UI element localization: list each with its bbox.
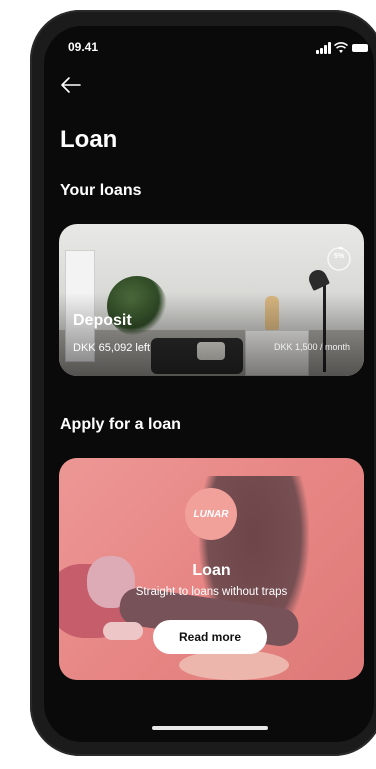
progress-ring: 5% xyxy=(326,246,352,272)
deposit-loan-card[interactable]: 5% Deposit DKK 65,092 left DKK 1,500 / m… xyxy=(59,224,364,376)
battery-icon xyxy=(352,44,368,52)
status-icons xyxy=(316,42,368,54)
progress-label: 5% xyxy=(333,253,345,260)
page-title: Loan xyxy=(60,126,118,153)
loan-monthly: DKK 1,500 / month xyxy=(273,342,350,352)
loan-name: Deposit xyxy=(73,312,132,329)
apply-card-title: Loan xyxy=(192,562,231,579)
back-arrow-icon[interactable] xyxy=(60,76,82,94)
lunar-logo-text: LUNAR xyxy=(193,508,229,520)
read-more-button[interactable]: Read more xyxy=(153,620,267,654)
apply-loan-card[interactable]: LUNAR Loan Straight to loans without tra… xyxy=(59,458,364,680)
loan-remaining: DKK 65,092 left xyxy=(73,342,151,354)
home-indicator[interactable] xyxy=(152,726,268,730)
status-time: 09.41 xyxy=(68,40,99,54)
status-bar: 09.41 xyxy=(68,40,368,56)
lunar-logo: LUNAR xyxy=(185,488,237,540)
apply-heading: Apply for a loan xyxy=(60,416,181,433)
your-loans-heading: Your loans xyxy=(60,182,142,199)
wifi-icon xyxy=(334,42,348,53)
app-screen: 09.41 Loan Your loans 5% Deposit DKK 65,… xyxy=(44,26,374,742)
apply-card-subtitle: Straight to loans without traps xyxy=(135,586,288,598)
